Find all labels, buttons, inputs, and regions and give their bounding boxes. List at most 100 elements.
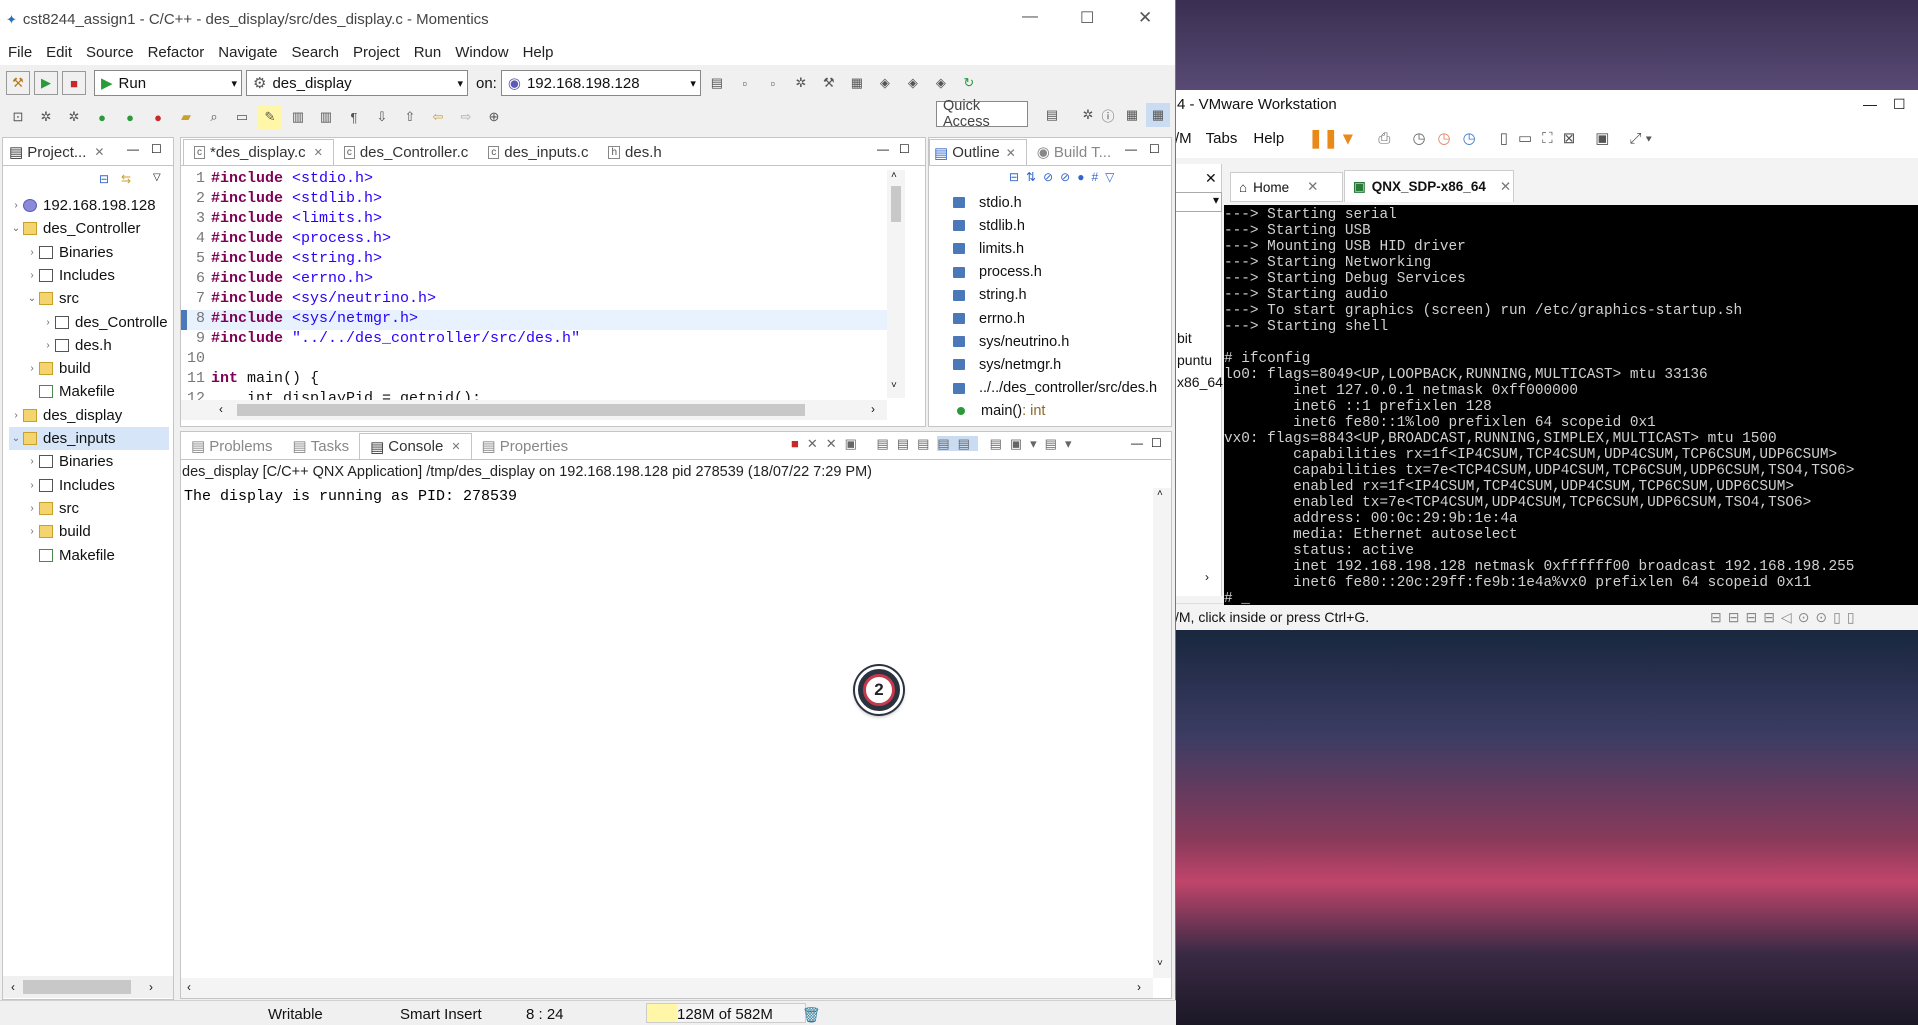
toggle-icon[interactable]: ▥ (314, 105, 338, 129)
outline-item[interactable]: limits.h (929, 237, 1173, 260)
menu-window[interactable]: Window (455, 44, 508, 61)
next-annotation-icon[interactable]: ⇩ (370, 105, 394, 129)
close-icon[interactable]: ✕ (314, 146, 323, 159)
build-config-icon[interactable]: ⚒ (817, 71, 841, 95)
outline-item[interactable]: string.h (929, 284, 1173, 307)
scroll-down-icon[interactable]: ˅ (1157, 958, 1163, 969)
toggle-mark-icon[interactable]: ✎ (258, 105, 282, 129)
expand-toggle-icon[interactable]: › (25, 480, 39, 491)
menu-project[interactable]: Project (353, 44, 400, 61)
tree-item[interactable]: ⌄ des_inputs (9, 427, 169, 450)
tree-item[interactable]: › Includes (25, 264, 115, 287)
tree-item[interactable]: › Includes (25, 474, 115, 497)
link-editor-icon[interactable]: ⇆ (121, 172, 131, 186)
tool-icon[interactable]: ✲ (62, 105, 86, 129)
snapshot-icon[interactable]: ◷ (1412, 129, 1425, 147)
menu-file[interactable]: File (8, 44, 32, 61)
expand-toggle-icon[interactable]: › (9, 410, 23, 421)
minimize-icon[interactable]: — (1125, 142, 1137, 156)
scroll-thumb[interactable] (891, 186, 901, 222)
close-icon[interactable]: ✕ (1500, 179, 1511, 195)
maximize-icon[interactable]: ☐ (1151, 436, 1162, 450)
scroll-right-icon[interactable]: › (149, 980, 153, 994)
tree-item[interactable]: › 192.168.198.128 (9, 194, 155, 217)
library-close-icon[interactable]: ✕ (1205, 170, 1217, 187)
maximize-icon[interactable]: ☐ (1893, 96, 1906, 113)
code-line[interactable]: 1 #include <stdio.h> (181, 170, 889, 190)
expand-toggle-icon[interactable]: ⌄ (9, 223, 23, 234)
code-line[interactable]: 2 #include <stdlib.h> (181, 190, 889, 210)
expand-toggle-icon[interactable]: › (25, 456, 39, 467)
tab-project-explorer[interactable]: ▤ Project... ✕ (3, 139, 114, 165)
tree-item[interactable]: › des_Controllе (41, 311, 167, 334)
code-line[interactable]: 5 #include <string.h> (181, 250, 889, 270)
search-icon[interactable]: ⌕ (202, 105, 226, 129)
momentics-window[interactable]: ✦ cst8244_assign1 - C/C++ - des_display/… (0, 0, 1176, 1025)
device-icons[interactable]: ⊟⊟⊟⊟◁⊙⊙▯▯ (1710, 609, 1861, 626)
tab-editor-file[interactable]: c des_inputs.c (478, 139, 598, 165)
scroll-left-icon[interactable]: ‹ (187, 980, 191, 994)
menu-navigate[interactable]: Navigate (218, 44, 277, 61)
thumbnail-view-icon[interactable]: ▭ (1518, 129, 1532, 147)
scroll-right-icon[interactable]: › (1205, 570, 1209, 584)
menu-refactor[interactable]: Refactor (148, 44, 205, 61)
scroll-down-icon[interactable]: ˅ (891, 380, 897, 391)
scroll-right-icon[interactable]: › (871, 402, 875, 416)
tree-item[interactable]: › Binaries (25, 241, 113, 264)
menu-edit[interactable]: Edit (46, 44, 72, 61)
menu-source[interactable]: Source (86, 44, 134, 61)
outline-item[interactable]: errno.h (929, 307, 1173, 330)
tree-item[interactable]: ⌄ des_Controller (9, 217, 141, 240)
prev-annotation-icon[interactable]: ⇧ (398, 105, 422, 129)
scroll-up-icon[interactable]: ˄ (891, 170, 897, 181)
expand-toggle-icon[interactable]: › (25, 270, 39, 281)
library-item[interactable]: x86_64 (1177, 374, 1223, 390)
tree-item[interactable]: › des_display (9, 404, 122, 427)
tab-editor-file[interactable]: c *des_display.c ✕ (183, 139, 334, 165)
fullscreen-icon[interactable]: ⛶ (1542, 130, 1553, 147)
scroll-left-icon[interactable]: ‹ (219, 402, 223, 416)
library-item[interactable]: bit (1177, 330, 1192, 346)
code-line[interactable]: 3 #include <limits.h> (181, 210, 889, 230)
outline-toolbar[interactable]: ⊟⇅⊘⊘●#▽ (1009, 170, 1121, 184)
tab-qnx-vm[interactable]: ▣ QNX_SDP-x86_64 ✕ (1344, 170, 1514, 202)
tab-console[interactable]: ▤ Console ✕ (359, 433, 472, 459)
new-class-icon[interactable]: ◈ (901, 71, 925, 95)
outline-view[interactable]: ▤ Outline ✕ ◉ Build T... — ☐ ⊟⇅⊘⊘●#▽ std… (928, 137, 1172, 427)
close-icon[interactable]: ✕ (1307, 179, 1318, 195)
close-icon[interactable]: ✕ (94, 145, 104, 159)
horizontal-scrollbar[interactable]: ‹ › (181, 400, 887, 420)
stretch-icon[interactable]: ⤢ ▾ (1629, 130, 1651, 147)
perspective-icon[interactable]: ⓘ (1096, 103, 1120, 127)
expand-toggle-icon[interactable]: › (41, 317, 55, 328)
vm-menu-vm[interactable]: /M (1175, 130, 1192, 147)
minimize-icon[interactable]: — (1022, 8, 1038, 26)
menu-run[interactable]: Run (414, 44, 442, 61)
forward-icon[interactable]: ⇨ (454, 105, 478, 129)
terminal-icon[interactable]: ▭ (230, 105, 254, 129)
minimize-icon[interactable]: — (1863, 96, 1877, 112)
tab-properties[interactable]: ▤ Properties (472, 433, 579, 459)
scroll-right-icon[interactable]: › (1137, 980, 1141, 994)
code-line[interactable]: 4 #include <process.h> (181, 230, 889, 250)
tab-editor-file[interactable]: c des_Controller.c (334, 139, 478, 165)
tree-item[interactable]: › des.h (41, 334, 111, 357)
maximize-icon[interactable]: ☐ (151, 142, 162, 156)
console-view-icon[interactable]: ▣ (1595, 129, 1609, 147)
launch-icon[interactable]: ▶ (34, 71, 58, 95)
debug-icon[interactable]: ● (118, 105, 142, 129)
back-icon[interactable]: ⇦ (426, 105, 450, 129)
code-line[interactable]: 7 #include <sys/neutrino.h> (181, 290, 889, 310)
code-line[interactable]: 9 #include "../../des_controller/src/des.… (181, 330, 889, 350)
new-file-icon[interactable]: ◈ (929, 71, 953, 95)
vm-menu-help[interactable]: Help (1253, 130, 1284, 147)
coverage-icon[interactable]: ● (146, 105, 170, 129)
outline-item[interactable]: sys/netmgr.h (929, 353, 1173, 376)
tool-icon[interactable]: ✲ (34, 105, 58, 129)
minimize-icon[interactable]: — (1131, 436, 1143, 450)
snapshot-manager-icon[interactable]: ◷ (1463, 129, 1476, 147)
tree-item[interactable]: Makefile (25, 380, 115, 403)
expand-toggle-icon[interactable]: › (41, 340, 55, 351)
menu-help[interactable]: Help (523, 44, 554, 61)
target-select[interactable]: ◉ 192.168.198.128 ▾ (500, 70, 701, 96)
